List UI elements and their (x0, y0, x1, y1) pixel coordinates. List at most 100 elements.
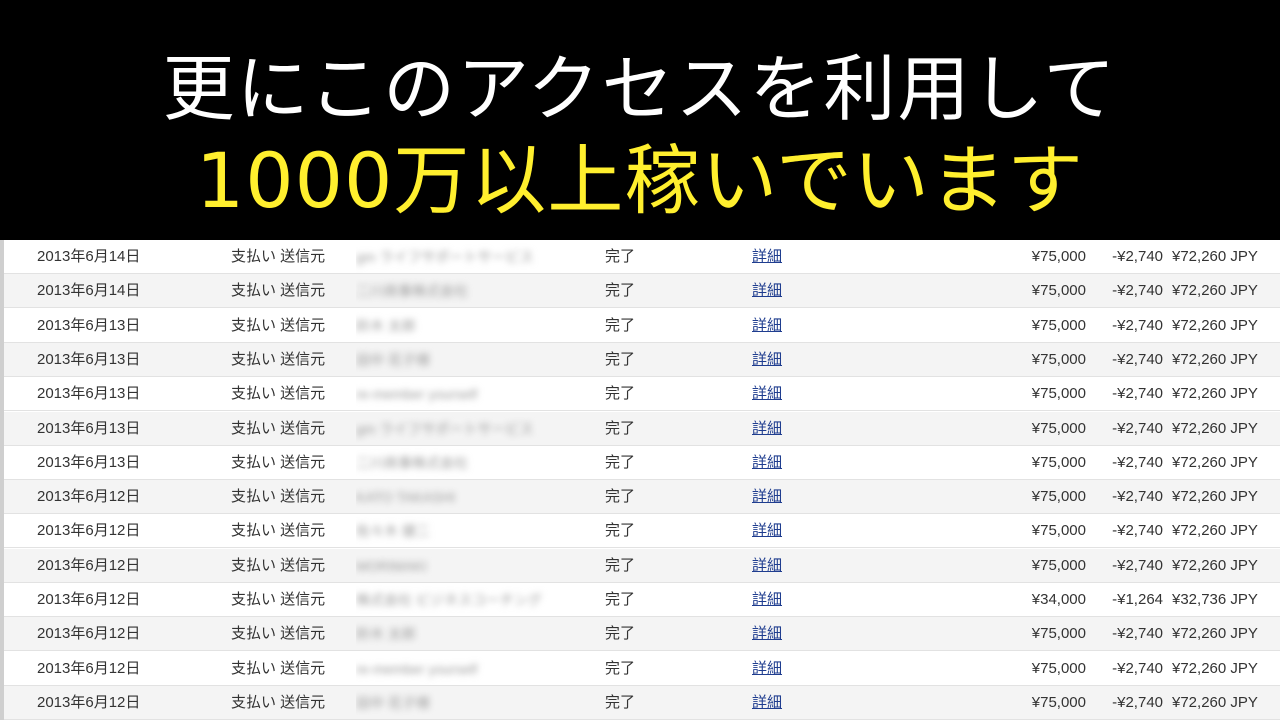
details-link[interactable]: 詳細 (752, 309, 782, 343)
table-row: 2013年6月14日 支払い 送信元 二川商事株式会社 完了 詳細 ¥75,000 -¥2,… (4, 274, 1280, 309)
transaction-type: 支払い 送信元 (231, 453, 326, 471)
net-amount: ¥72,260 JPY (1172, 556, 1258, 574)
net-amount: ¥72,260 JPY (1172, 659, 1258, 677)
fee-amount: -¥2,740 (1112, 625, 1163, 643)
details-link[interactable]: 詳細 (752, 240, 782, 274)
fee-amount: -¥2,740 (1112, 693, 1163, 711)
sender-name-text: re-member yourself (356, 386, 478, 403)
transaction-type: 支払い 送信元 (231, 488, 326, 506)
transaction-date: 2013年6月13日 (37, 350, 141, 368)
transaction-date: 2013年6月12日 (37, 556, 141, 574)
transaction-type: 支払い 送信元 (231, 556, 326, 574)
table-row: 2013年6月13日 支払い 送信元 田中 花子様 完了 詳細 ¥75,000 -¥2,74… (4, 342, 1280, 378)
caption-line-2: 1000万以上稼いでいます (195, 136, 1085, 225)
fee-amount: -¥1,264 (1112, 591, 1163, 608)
transaction-status: 完了 (605, 316, 636, 334)
transaction-type: 支払い 送信元 (231, 385, 326, 403)
table-row: 2013年6月13日 支払い 送信元 鈴木 太郎 完了 詳細 ¥75,000 -¥2,740… (4, 309, 1280, 343)
transaction-date: 2013年6月14日 (37, 248, 141, 265)
transaction-date: 2013年6月14日 (37, 282, 141, 300)
gross-amount: ¥75,000 (1031, 248, 1086, 265)
transaction-date: 2013年6月12日 (37, 591, 141, 608)
details-link[interactable]: 詳細 (752, 686, 782, 720)
transaction-status: 完了 (605, 453, 636, 471)
gross-amount: ¥75,000 (1031, 556, 1086, 574)
fee-amount: -¥2,740 (1112, 453, 1163, 471)
gross-amount: ¥75,000 (1031, 625, 1086, 643)
transaction-status: 完了 (605, 522, 636, 540)
sender-name-blurred: re-member yourself (356, 652, 592, 687)
gross-amount: ¥75,000 (1031, 659, 1086, 677)
transaction-type: 支払い 送信元 (231, 248, 326, 265)
net-amount: ¥72,260 JPY (1172, 350, 1258, 368)
transaction-status: 完了 (605, 591, 636, 608)
gross-amount: ¥75,000 (1031, 385, 1086, 403)
sender-name-blurred: 株式会社 ビジネスコーチング (356, 583, 592, 618)
sender-name-text: re-member yourself (356, 660, 478, 677)
transaction-status: 完了 (605, 385, 636, 403)
sender-name-blurred: MORIMAKI (356, 549, 592, 584)
sender-name-blurred: 佐々木 健二 (356, 514, 592, 549)
table-row: 2013年6月14日 支払い 送信元 gm ライフサポートサービス 完了 詳細 ¥75,0… (4, 240, 1280, 274)
transaction-status: 完了 (605, 693, 636, 711)
details-link[interactable]: 詳細 (752, 343, 782, 377)
sender-name-blurred: KATO TAKASHI (356, 480, 592, 515)
sender-name-text: 鈴木 太郎 (356, 626, 416, 643)
details-link[interactable]: 詳細 (752, 549, 782, 583)
details-link[interactable]: 詳細 (752, 480, 782, 514)
sender-name-blurred: gm ライフサポートサービス (356, 412, 592, 447)
details-link[interactable]: 詳細 (752, 274, 782, 308)
table-row: 2013年6月12日 支払い 送信元 田中 花子様 完了 詳細 ¥75,000 -¥2,74… (4, 685, 1280, 720)
sender-name-text: 佐々木 健二 (356, 523, 430, 540)
details-link[interactable]: 詳細 (752, 412, 782, 446)
transaction-status: 完了 (605, 350, 636, 368)
transaction-type: 支払い 送信元 (231, 282, 326, 300)
gross-amount: ¥75,000 (1031, 693, 1086, 711)
transaction-date: 2013年6月12日 (37, 488, 141, 506)
sender-name-text: 田中 花子様 (356, 351, 430, 368)
net-amount: ¥72,260 JPY (1172, 522, 1258, 540)
sender-name-text: 田中 花子様 (356, 694, 430, 711)
transaction-type: 支払い 送信元 (231, 419, 326, 437)
table-row: 2013年6月12日 支払い 送信元 re-member yourself 完了 詳細 ¥… (4, 652, 1280, 686)
details-link[interactable]: 詳細 (752, 652, 782, 686)
transaction-date: 2013年6月12日 (37, 522, 141, 540)
details-link[interactable]: 詳細 (752, 514, 782, 548)
transaction-status: 完了 (605, 556, 636, 574)
net-amount: ¥72,260 JPY (1172, 693, 1258, 711)
transaction-date: 2013年6月13日 (37, 453, 141, 471)
gross-amount: ¥75,000 (1031, 419, 1086, 437)
transaction-type: 支払い 送信元 (231, 625, 326, 643)
table-row: 2013年6月12日 支払い 送信元 KATO TAKASHI 完了 詳細 ¥75,000… (4, 480, 1280, 515)
sender-name-text: gm ライフサポートサービス (356, 420, 534, 437)
transaction-date: 2013年6月13日 (37, 419, 141, 437)
gross-amount: ¥75,000 (1031, 488, 1086, 506)
details-link[interactable]: 詳細 (752, 617, 782, 651)
transaction-type: 支払い 送信元 (231, 591, 326, 608)
caption-line-1: 更にこのアクセスを利用して (162, 47, 1118, 131)
fee-amount: -¥2,740 (1112, 385, 1163, 403)
sender-name-text: KATO TAKASHI (356, 489, 456, 506)
table-row: 2013年6月13日 支払い 送信元 gm ライフサポートサービス 完了 詳細 ¥75,0… (4, 411, 1280, 447)
fee-amount: -¥2,740 (1112, 350, 1163, 368)
sender-name-blurred: re-member yourself (356, 377, 592, 412)
gross-amount: ¥75,000 (1031, 316, 1086, 334)
table-row: 2013年6月13日 支払い 送信元 re-member yourself 完了 詳細 ¥… (4, 377, 1280, 412)
transaction-table: 2013年6月14日 支払い 送信元 gm ライフサポートサービス 完了 詳細 ¥75,0… (0, 240, 1280, 720)
details-link[interactable]: 詳細 (752, 583, 782, 617)
sender-name-blurred: 二川商事株式会社 (356, 274, 592, 309)
gross-amount: ¥75,000 (1031, 522, 1086, 540)
fee-amount: -¥2,740 (1112, 248, 1163, 265)
sender-name-blurred: 田中 花子様 (356, 343, 592, 378)
transaction-date: 2013年6月13日 (37, 316, 141, 334)
details-link[interactable]: 詳細 (752, 446, 782, 480)
fee-amount: -¥2,740 (1112, 282, 1163, 300)
fee-amount: -¥2,740 (1112, 522, 1163, 540)
transaction-type: 支払い 送信元 (231, 659, 326, 677)
caption-banner: 更にこのアクセスを利用して 1000万以上稼いでいます (0, 0, 1280, 240)
sender-name-text: 二川商事株式会社 (356, 283, 468, 300)
net-amount: ¥32,736 JPY (1172, 591, 1258, 608)
details-link[interactable]: 詳細 (752, 377, 782, 411)
sender-name-blurred: 鈴木 太郎 (356, 617, 592, 652)
fee-amount: -¥2,740 (1112, 419, 1163, 437)
